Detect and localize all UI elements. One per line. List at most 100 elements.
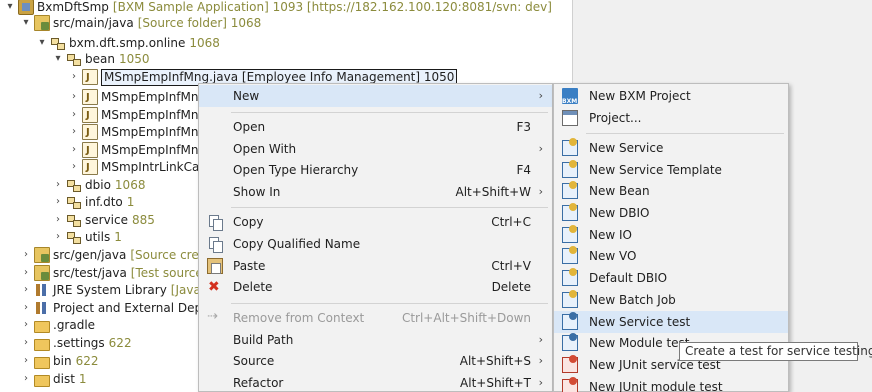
- tree-item-decoration: 1: [126, 195, 135, 209]
- tree-item-java-file[interactable]: › MSmpEmpInfMng: [68, 106, 206, 125]
- shortcut: Ctrl+Alt+Shift+Down: [401, 311, 531, 325]
- collapse-icon[interactable]: ›: [52, 193, 64, 211]
- menu-item-new-service-template[interactable]: New Service Template: [554, 159, 788, 181]
- collapse-icon[interactable]: ›: [20, 281, 32, 299]
- java-file-icon: [82, 159, 98, 177]
- collapse-icon[interactable]: ›: [52, 228, 64, 246]
- tree-item-root[interactable]: › .settings 622: [20, 334, 132, 352]
- dbio-icon: [562, 203, 578, 221]
- module-test-icon: [562, 333, 578, 351]
- collapse-icon[interactable]: ›: [68, 106, 80, 124]
- expand-icon[interactable]: ▾: [36, 34, 48, 52]
- menu-item-copy-qualified-name[interactable]: Copy Qualified Name: [199, 233, 552, 255]
- collapse-icon[interactable]: ›: [68, 123, 80, 141]
- folder-icon: [34, 357, 50, 369]
- collapse-icon[interactable]: ›: [20, 316, 32, 334]
- collapse-icon[interactable]: ›: [68, 158, 80, 176]
- menu-item-new-dbio[interactable]: New DBIO: [554, 202, 788, 224]
- tree-item-java-file[interactable]: › MSmpEmpInfMng: [68, 141, 206, 160]
- folder-icon: [34, 375, 50, 387]
- service-test-icon: [562, 312, 578, 330]
- tree-item-java-file[interactable]: › MSmpEmpInfMng: [68, 123, 206, 142]
- menu-item-default-dbio[interactable]: Default DBIO: [554, 267, 788, 289]
- collapse-icon[interactable]: ›: [52, 176, 64, 194]
- tree-item-subpackage[interactable]: › dbio 1068: [52, 176, 145, 194]
- paste-icon: [207, 258, 223, 274]
- tree-item-root[interactable]: › dist 1: [20, 370, 87, 388]
- collapse-icon[interactable]: ›: [68, 88, 80, 106]
- menu-item-new-io[interactable]: New IO: [554, 224, 788, 246]
- bxm-project-icon: [562, 88, 578, 113]
- default-dbio-icon: [562, 268, 578, 286]
- tree-item-java-file[interactable]: › MSmpEmpInfMng: [68, 88, 206, 107]
- menu-item-open-with[interactable]: Open With ›: [199, 138, 552, 160]
- context-menu: New › Open F3 Open With › Open Type Hier…: [198, 83, 553, 392]
- menu-item-new[interactable]: New ›: [199, 85, 552, 107]
- java-file-icon: [82, 142, 98, 160]
- menu-item-open-type-hierarchy[interactable]: Open Type Hierarchy F4: [199, 159, 552, 181]
- menu-item-show-in[interactable]: Show In Alt+Shift+W ›: [199, 181, 552, 203]
- expand-icon[interactable]: ▾: [4, 0, 16, 16]
- io-icon: [562, 225, 578, 243]
- tree-item-root[interactable]: › .gradle: [20, 316, 95, 334]
- menu-item-refactor[interactable]: Refactor Alt+Shift+T ›: [199, 372, 552, 392]
- menu-item-new-junit-module-test[interactable]: New JUnit module test: [554, 376, 788, 392]
- menu-item-paste[interactable]: Paste Ctrl+V: [199, 255, 552, 277]
- tree-item-label: bin: [53, 354, 72, 368]
- collapse-icon[interactable]: ›: [52, 211, 64, 229]
- menu-item-source[interactable]: Source Alt+Shift+S ›: [199, 350, 552, 372]
- package-icon: [66, 229, 82, 245]
- tree-item-java-file[interactable]: › MSmpIntrLinkCall: [68, 158, 206, 177]
- collapse-icon[interactable]: ›: [20, 370, 32, 388]
- source-folder-icon: [34, 15, 50, 31]
- tree-item-subpackage[interactable]: › service 885: [52, 211, 155, 229]
- menu-item-new-bxm-project[interactable]: New BXM Project: [554, 85, 788, 113]
- collapse-icon[interactable]: ›: [68, 68, 80, 86]
- tree-item-root[interactable]: › src/gen/java [Source creati: [20, 246, 214, 264]
- collapse-icon[interactable]: ›: [68, 141, 80, 159]
- tree-item-root[interactable]: › src/test/java [Test source fo: [20, 264, 218, 282]
- tree-item-subpackage[interactable]: › inf.dto 1: [52, 193, 134, 211]
- tree-item-label: JRE System Library: [53, 283, 167, 297]
- menu-item-new-vo[interactable]: New VO: [554, 245, 788, 267]
- shortcut: Alt+Shift+S: [459, 354, 531, 368]
- tree-item-label: src/main/java: [53, 16, 134, 30]
- batch-job-icon: [562, 290, 578, 308]
- tree-item-bean[interactable]: ▾ bean 1050: [52, 50, 150, 68]
- tree-item-root[interactable]: › JRE System Library [JavaSE: [20, 281, 216, 299]
- menu-item-new-bean[interactable]: New Bean: [554, 180, 788, 202]
- menu-item-new-service-test[interactable]: New Service test: [554, 311, 788, 333]
- shortcut: F3: [516, 120, 531, 134]
- tree-item-root[interactable]: › bin 622: [20, 352, 98, 370]
- collapse-icon[interactable]: ›: [20, 352, 32, 370]
- collapse-icon[interactable]: ›: [20, 334, 32, 352]
- tree-item-decoration: 1068: [114, 178, 146, 192]
- collapse-icon[interactable]: ›: [20, 299, 32, 317]
- shortcut: Alt+Shift+W: [455, 185, 532, 199]
- tree-item-decoration: 1: [78, 372, 87, 386]
- menu-item-delete[interactable]: Delete Delete: [199, 276, 552, 298]
- package-icon: [66, 177, 82, 193]
- collapse-icon[interactable]: ›: [20, 264, 32, 282]
- expand-icon[interactable]: ▾: [52, 50, 64, 68]
- menu-item-copy[interactable]: Copy Ctrl+C: [199, 211, 552, 233]
- menu-item-new-service[interactable]: New Service: [554, 137, 788, 159]
- menu-item-open[interactable]: Open F3: [199, 116, 552, 138]
- vo-icon: [562, 246, 578, 264]
- tree-item-label: src/gen/java: [53, 248, 127, 262]
- tree-item-root[interactable]: › Project and External Depen: [20, 299, 217, 317]
- java-file-icon: [82, 107, 98, 125]
- collapse-icon[interactable]: ›: [20, 246, 32, 264]
- package-icon: [66, 51, 82, 67]
- package-icon: [50, 35, 66, 51]
- package-icon: [66, 212, 82, 228]
- expand-icon[interactable]: ▾: [20, 14, 32, 32]
- menu-item-new-batch-job[interactable]: New Batch Job: [554, 289, 788, 311]
- menu-item-project[interactable]: Project...: [554, 107, 788, 129]
- tree-item-subpackage[interactable]: › utils 1: [52, 228, 122, 246]
- copy-qualified-icon: [207, 236, 223, 253]
- tree-item-label: Project and External Depen: [53, 301, 218, 315]
- menu-item-build-path[interactable]: Build Path ›: [199, 329, 552, 351]
- tree-item-src-main[interactable]: ▾ src/main/java [Source folder] 1068: [20, 14, 261, 32]
- tree-item-decoration: 622: [108, 336, 132, 350]
